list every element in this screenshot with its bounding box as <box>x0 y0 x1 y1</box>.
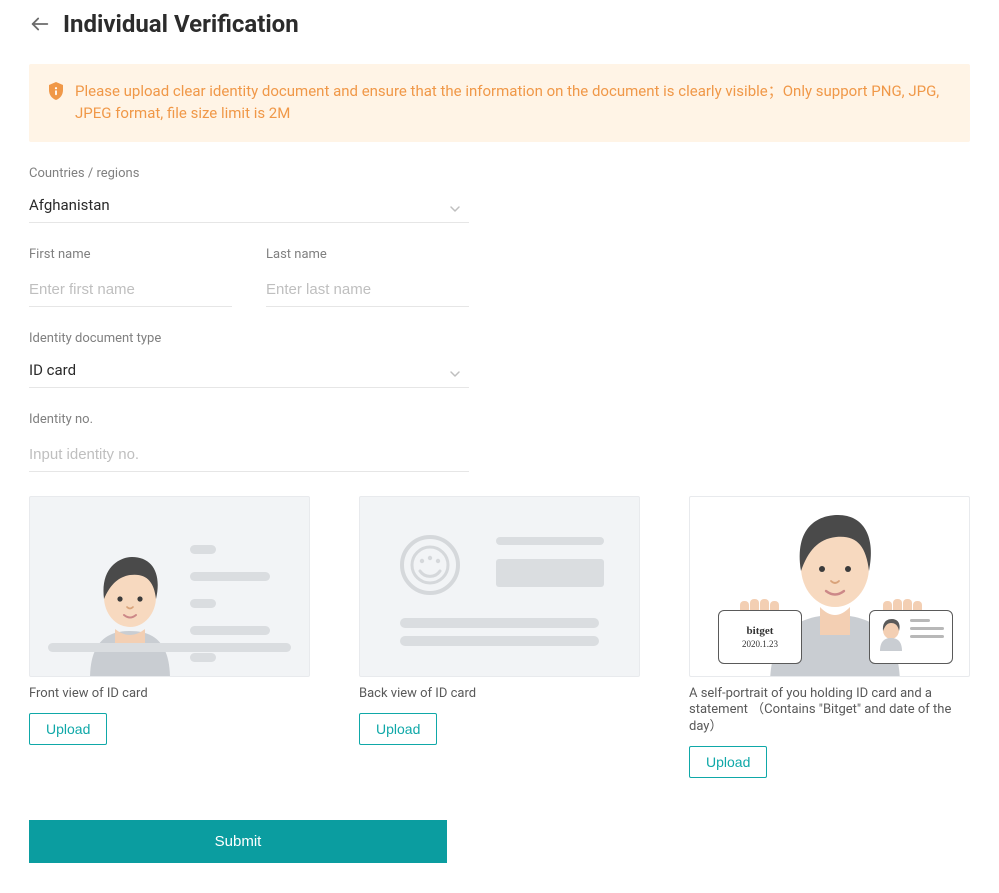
country-field: Countries / regions Afghanistan <box>29 166 469 223</box>
self-portrait-caption: A self-portrait of you holding ID card a… <box>689 686 970 737</box>
upload-notice: Please upload clear identity document an… <box>29 64 970 142</box>
mini-avatar-icon <box>878 619 904 651</box>
id-back-bar1-icon <box>400 618 599 628</box>
id-front-caption: Front view of ID card <box>29 686 310 703</box>
statement-brand: bitget <box>747 625 774 637</box>
country-value: Afghanistan <box>29 196 469 223</box>
identity-no-field: Identity no. <box>29 412 469 472</box>
id-back-bar2-icon <box>400 636 599 646</box>
notice-text: Please upload clear identity document an… <box>75 81 951 125</box>
page-title: Individual Verification <box>63 10 299 38</box>
id-back-caption: Back view of ID card <box>359 686 640 703</box>
country-select[interactable]: Afghanistan <box>29 196 469 223</box>
first-name-label: First name <box>29 247 232 262</box>
seal-icon <box>398 533 462 601</box>
doc-type-field: Identity document type ID card <box>29 331 469 388</box>
statement-date: 2020.1.23 <box>742 639 778 649</box>
statement-card-illustration: bitget 2020.1.23 <box>718 610 802 664</box>
first-name-input[interactable] <box>29 277 232 307</box>
last-name-input[interactable] <box>266 277 469 307</box>
last-name-label: Last name <box>266 247 469 262</box>
id-front-lines-icon <box>190 545 291 677</box>
identity-no-input[interactable] <box>29 442 469 472</box>
id-back-preview <box>359 496 640 677</box>
id-front-preview <box>29 496 310 677</box>
doc-type-select[interactable]: ID card <box>29 361 469 388</box>
first-name-field: First name <box>29 247 232 307</box>
id-front-bottom-bar-icon <box>48 643 291 652</box>
shield-info-icon <box>48 82 64 100</box>
last-name-field: Last name <box>266 247 469 307</box>
mini-id-illustration <box>869 610 953 664</box>
upload-front-button[interactable]: Upload <box>29 713 107 745</box>
avatar-illustration-icon <box>80 549 180 677</box>
upload-self-button[interactable]: Upload <box>689 746 767 778</box>
country-label: Countries / regions <box>29 166 469 181</box>
doc-type-label: Identity document type <box>29 331 469 346</box>
self-portrait-preview: bitget 2020.1.23 <box>689 496 970 677</box>
back-arrow-icon[interactable] <box>29 13 51 35</box>
identity-no-label: Identity no. <box>29 412 469 427</box>
id-back-lines-icon <box>496 537 613 587</box>
upload-back-button[interactable]: Upload <box>359 713 437 745</box>
doc-type-value: ID card <box>29 361 469 388</box>
submit-button[interactable]: Submit <box>29 820 447 863</box>
